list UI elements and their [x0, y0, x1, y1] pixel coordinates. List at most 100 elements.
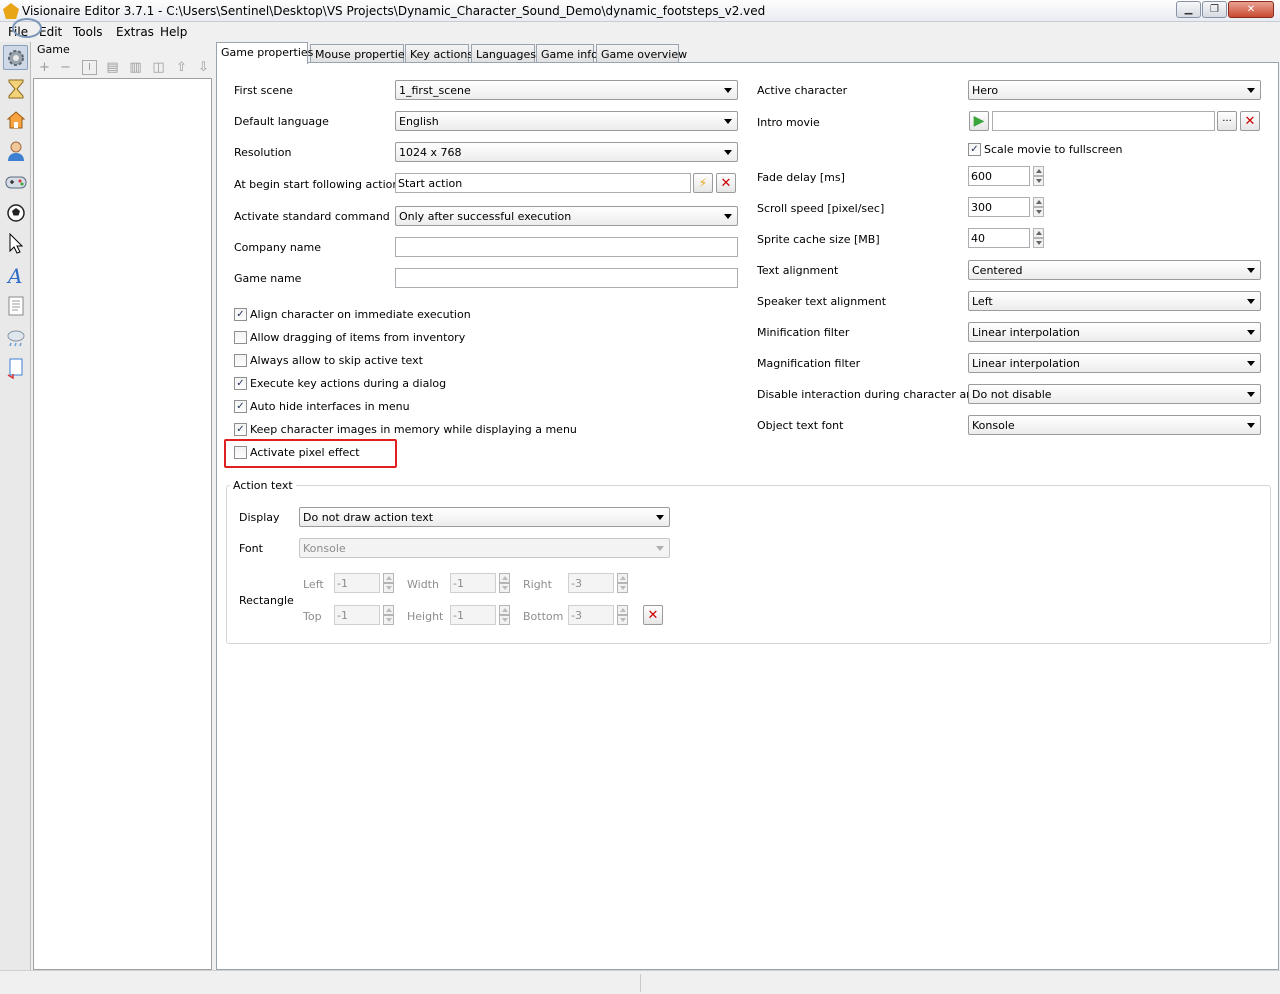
sprite-cache-spinner[interactable]: [1033, 228, 1044, 248]
rect-top-field[interactable]: -1: [334, 605, 380, 625]
rect-bottom-spinner[interactable]: [617, 605, 628, 625]
object-text-font-select[interactable]: Konsole: [968, 415, 1261, 435]
rect-width-spinner[interactable]: [499, 573, 510, 593]
fade-delay-field[interactable]: 600: [968, 166, 1030, 186]
sprite-cache-label: Sprite cache size [MB]: [757, 233, 880, 246]
hourglass-icon[interactable]: [3, 76, 28, 101]
key-actions-dialog-label: Execute key actions during a dialog: [250, 377, 447, 390]
weather-icon[interactable]: [3, 324, 28, 349]
category-toolbar: A: [0, 42, 31, 970]
disable-interaction-select[interactable]: Do not disable: [968, 384, 1261, 404]
ball-icon[interactable]: [3, 200, 28, 225]
rect-right-spinner[interactable]: [617, 573, 628, 593]
clear-movie-button[interactable]: ✕: [1240, 111, 1260, 131]
rect-height-spinner[interactable]: [499, 605, 510, 625]
font-icon[interactable]: A: [3, 262, 28, 287]
first-scene-select[interactable]: 1_first_scene: [395, 80, 738, 100]
move-down-icon[interactable]: ⇩: [196, 60, 211, 75]
menu-tools[interactable]: Tools: [73, 25, 103, 39]
tab-game-overview[interactable]: Game overview: [596, 44, 687, 63]
rect-height-field[interactable]: -1: [450, 605, 496, 625]
rect-bottom-field[interactable]: -3: [568, 605, 614, 625]
scale-movie-checkbox[interactable]: ✓: [968, 143, 981, 156]
sprite-cache-field[interactable]: 40: [968, 228, 1030, 248]
resolution-label: Resolution: [234, 146, 292, 159]
scroll-speed-field[interactable]: 300: [968, 197, 1030, 217]
add-icon[interactable]: +: [37, 60, 52, 75]
svg-text:A: A: [6, 264, 22, 286]
tab-languages[interactable]: Languages: [471, 44, 536, 63]
remove-icon[interactable]: −: [58, 60, 73, 75]
restore-button[interactable]: ❐: [1202, 1, 1227, 18]
lightning-icon[interactable]: ⚡: [693, 173, 713, 193]
scroll-speed-label: Scroll speed [pixel/sec]: [757, 202, 885, 215]
script-icon[interactable]: [3, 355, 28, 380]
clear-rectangle-button[interactable]: ✕: [643, 605, 663, 625]
browse-movie-button[interactable]: ···: [1217, 111, 1237, 131]
intro-movie-label: Intro movie: [757, 116, 820, 129]
minification-filter-select[interactable]: Linear interpolation: [968, 322, 1261, 342]
default-language-select[interactable]: English: [395, 111, 738, 131]
copy-icon[interactable]: ▤: [105, 60, 120, 75]
company-name-label: Company name: [234, 241, 322, 254]
highlight-box: [224, 439, 397, 468]
menu-edit[interactable]: Edit: [39, 25, 62, 39]
tab-game-info[interactable]: Game info: [536, 44, 598, 63]
rename-icon[interactable]: I: [82, 60, 97, 75]
standard-command-select[interactable]: Only after successful execution: [395, 206, 738, 226]
keep-images-checkbox[interactable]: ✓: [234, 423, 247, 436]
key-actions-dialog-checkbox[interactable]: ✓: [234, 377, 247, 390]
resolution-select[interactable]: 1024 x 768: [395, 142, 738, 162]
gear-icon[interactable]: [3, 45, 28, 70]
app-logo-icon: [3, 3, 19, 19]
clear-action-button[interactable]: ✕: [716, 173, 736, 193]
auto-hide-checkbox[interactable]: ✓: [234, 400, 247, 413]
game-name-field[interactable]: [395, 268, 738, 288]
fade-delay-spinner[interactable]: [1033, 166, 1044, 186]
scroll-speed-spinner[interactable]: [1033, 197, 1044, 217]
skip-text-checkbox[interactable]: [234, 354, 247, 367]
move-up-icon[interactable]: ⇧: [174, 60, 189, 75]
rect-right-field[interactable]: -3: [568, 573, 614, 593]
play-icon[interactable]: ▶: [969, 111, 989, 131]
disable-interaction-label: Disable interaction during character ani…: [757, 388, 991, 401]
first-scene-label: First scene: [234, 84, 293, 97]
allow-dragging-checkbox[interactable]: [234, 331, 247, 344]
font-select[interactable]: Konsole: [299, 538, 670, 558]
gamepad-icon[interactable]: [3, 169, 28, 194]
display-label: Display: [239, 511, 280, 524]
rect-left-field[interactable]: -1: [334, 573, 380, 593]
rect-top-label: Top: [303, 610, 322, 623]
menu-extras[interactable]: Extras: [116, 25, 154, 39]
company-name-field[interactable]: [395, 237, 738, 257]
menu-help[interactable]: Help: [160, 25, 187, 39]
rect-top-spinner[interactable]: [383, 605, 394, 625]
minimize-button[interactable]: ▁: [1176, 1, 1201, 18]
intro-movie-field[interactable]: [992, 111, 1215, 131]
rect-width-field[interactable]: -1: [450, 573, 496, 593]
close-button[interactable]: ✕: [1228, 1, 1274, 18]
auto-hide-label: Auto hide interfaces in menu: [250, 400, 410, 413]
skip-text-label: Always allow to skip active text: [250, 354, 423, 367]
paste-icon[interactable]: ▥: [128, 60, 143, 75]
speaker-text-alignment-select[interactable]: Left: [968, 291, 1261, 311]
active-character-select[interactable]: Hero: [968, 80, 1261, 100]
magnification-filter-select[interactable]: Linear interpolation: [968, 353, 1261, 373]
tree-view[interactable]: [33, 78, 212, 970]
duplicate-icon[interactable]: ◫: [151, 60, 166, 75]
tab-mouse-properties[interactable]: Mouse properties: [310, 44, 410, 63]
active-character-label: Active character: [757, 84, 848, 97]
scale-movie-label: Scale movie to fullscreen: [984, 143, 1123, 156]
tab-key-actions[interactable]: Key actions: [405, 44, 473, 63]
begin-action-field[interactable]: Start action: [395, 173, 691, 193]
menu-bar: File Edit Tools Extras Help: [0, 22, 1280, 41]
display-select[interactable]: Do not draw action text: [299, 507, 670, 527]
character-icon[interactable]: [3, 138, 28, 163]
cursor-icon[interactable]: [3, 231, 28, 256]
house-icon[interactable]: [3, 107, 28, 132]
text-alignment-select[interactable]: Centered: [968, 260, 1261, 280]
rect-left-spinner[interactable]: [383, 573, 394, 593]
tab-game-properties[interactable]: Game properties: [216, 42, 313, 64]
document-icon[interactable]: [3, 293, 28, 318]
align-character-checkbox[interactable]: ✓: [234, 308, 247, 321]
